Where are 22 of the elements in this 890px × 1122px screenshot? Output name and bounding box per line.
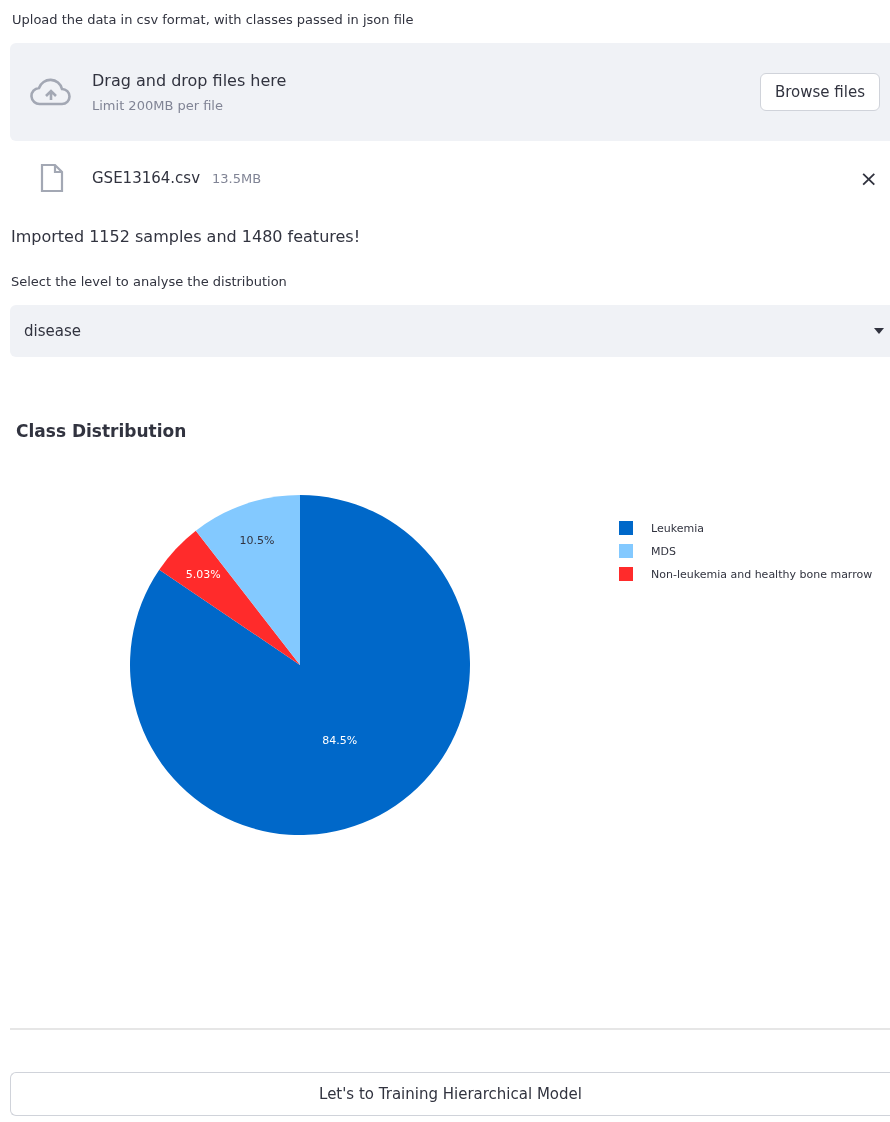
browse-files-button[interactable]: Browse files <box>759 73 880 111</box>
close-button[interactable]: × <box>859 165 878 191</box>
slice-label: 84.5% <box>322 734 358 748</box>
train-model-button[interactable]: Let's to Training Hierarchical Model <box>10 1072 890 1116</box>
dropzone-title: Drag and drop files here <box>92 71 288 90</box>
status-message: Imported 1152 samples and 1480 features! <box>11 227 362 246</box>
select-label: Select the level to analyse the distribution <box>11 274 288 289</box>
slice-label: 5.03% <box>185 568 221 582</box>
legend-label: MDS <box>651 544 676 558</box>
legend-label: Non-leukemia and healthy bone marrow <box>651 567 873 581</box>
dropzone[interactable]: Drag and drop files here Limit 200MB per file Browse files <box>10 43 890 141</box>
caret-icon <box>874 328 884 334</box>
level-select[interactable]: disease <box>10 305 890 357</box>
chart-title: Class Distribution <box>16 421 188 441</box>
slice-label: 10.5% <box>239 533 275 547</box>
file-icon <box>40 163 64 193</box>
dropzone-hint: Limit 200MB per file <box>92 98 224 113</box>
legend-label: Leukemia <box>651 521 704 535</box>
file-size: 13.5MB <box>212 170 263 186</box>
cloud-upload-icon <box>30 77 72 107</box>
file-name: GSE13164.csv <box>92 169 201 187</box>
upload-label: Upload the data in csv format, with classes passed in json file <box>12 12 415 27</box>
